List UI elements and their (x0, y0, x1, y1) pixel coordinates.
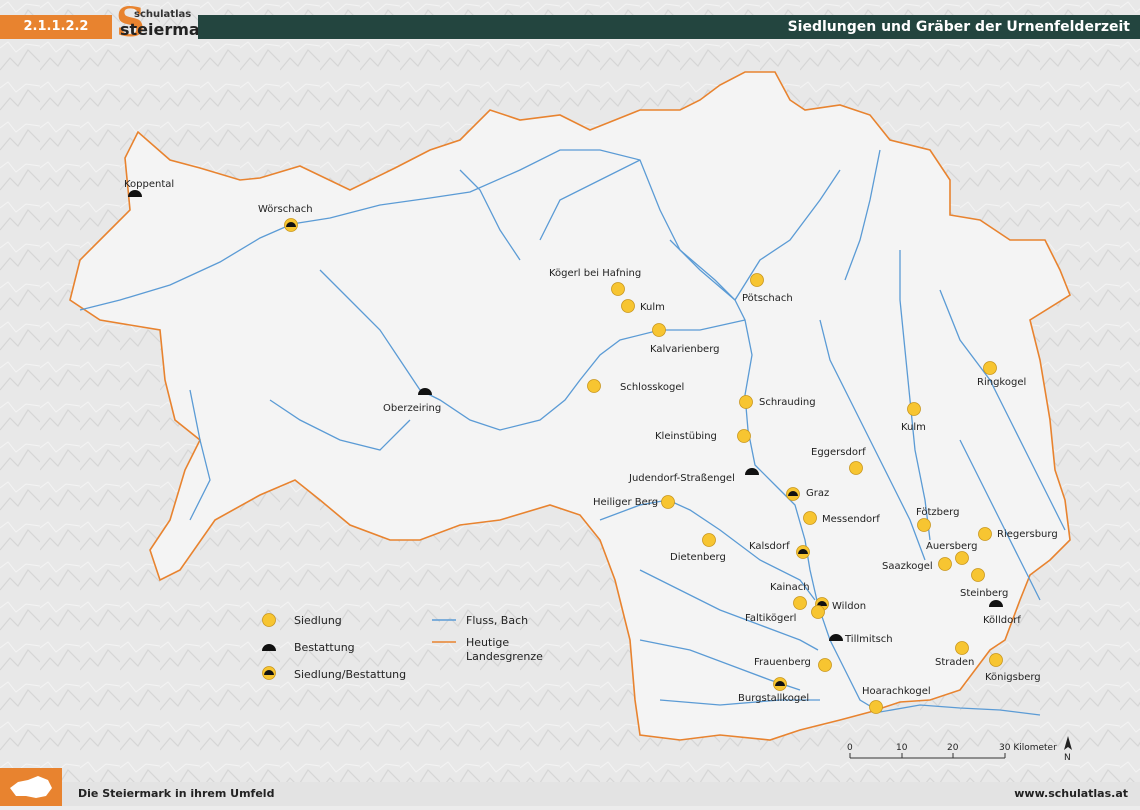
settlement-marker (750, 273, 764, 287)
site-kulm: Kulm (621, 299, 665, 313)
legend-label-bestattung: Bestattung (294, 641, 355, 654)
site-label: Hoarachkogel (862, 686, 931, 697)
legend-label-siedlung: Siedlung (294, 614, 342, 627)
legend-label-beides: Siedlung/Bestattung (294, 668, 406, 681)
page-title: Siedlungen und Gräber der Urnenfelderzei… (198, 15, 1140, 39)
site-label: Tillmitsch (844, 634, 893, 645)
settlement-marker (978, 527, 992, 541)
site-label: Schrauding (759, 397, 816, 408)
site-label: Dietenberg (670, 552, 726, 563)
site-label: Judendorf-Straßengel (628, 473, 735, 484)
site-label: Kalsdorf (749, 541, 790, 552)
site-label: Schlosskogel (620, 382, 684, 393)
legend-label-grenze-1: Heutige (466, 636, 509, 649)
legend-label-grenze-2: Landesgrenze (466, 650, 543, 663)
north-label: N (1064, 753, 1071, 763)
site-label: Kalvarienberg (650, 344, 720, 355)
site-label: Wildon (832, 601, 866, 612)
site-label: Koppental (124, 179, 174, 190)
site-label: Kleinstübing (655, 431, 717, 442)
settlement-marker (737, 429, 751, 443)
site-label: Heiliger Berg (593, 497, 658, 508)
site-schrauding: Schrauding (739, 395, 816, 409)
site-label: Straden (935, 657, 974, 668)
settlement-marker (793, 596, 807, 610)
settlement-marker (611, 282, 625, 296)
settlement-marker (652, 323, 666, 337)
footer-section-title: Die Steiermark in ihrem Umfeld (78, 787, 275, 800)
settlement-marker (869, 700, 883, 714)
settlement-marker (661, 495, 675, 509)
styria-map-icon (0, 768, 62, 806)
settlement-marker (811, 605, 825, 619)
site-label: Kölldorf (983, 615, 1021, 626)
settlement-marker (917, 518, 931, 532)
atlas-code: 2.1.1.2.2 (0, 15, 112, 39)
settlement-marker (955, 551, 969, 565)
site-label: Steinberg (960, 588, 1008, 599)
settlement-symbol (262, 613, 276, 627)
site-label: Graz (806, 488, 829, 499)
footer-url[interactable]: www.schulatlas.at (1014, 787, 1128, 800)
settlement-marker (938, 557, 952, 571)
scale-label-30: 30 Kilometer (999, 743, 1057, 753)
site-label: Fötzberg (916, 507, 959, 518)
settlement-marker (849, 461, 863, 475)
settlement-marker (739, 395, 753, 409)
settlement-marker (955, 641, 969, 655)
site-label: Ringkogel (977, 377, 1026, 388)
settlement-marker (587, 379, 601, 393)
settlement-marker (989, 653, 1003, 667)
site-label: Königsberg (985, 672, 1041, 683)
map-page: Koppental Wörschach Kögerl bei Hafning Kulm… (0, 0, 1140, 806)
settlement-marker (971, 568, 985, 582)
map-canvas: Koppental Wörschach Kögerl bei Hafning Kulm… (0, 0, 1140, 806)
logo-text-top: schulatlas (134, 9, 192, 20)
site-label: Kögerl bei Hafning (549, 268, 641, 279)
site-label: Faltikögerl (745, 613, 796, 624)
site-label: Riegersburg (997, 529, 1058, 540)
site-label: Auersberg (926, 541, 977, 552)
settlement-marker (907, 402, 921, 416)
scale-label-10: 10 (896, 743, 908, 753)
site-label: Frauenberg (754, 657, 811, 668)
styria-outline-icon (10, 776, 52, 798)
site-graz: Graz (786, 487, 829, 501)
site-label: Wörschach (258, 204, 313, 215)
site-label: Messendorf (822, 514, 880, 525)
scale-label-20: 20 (947, 743, 959, 753)
site-label: Kulm (901, 422, 926, 433)
settlement-marker (621, 299, 635, 313)
site-label: Saazkogel (882, 561, 933, 572)
site-label: Pötschach (742, 293, 793, 304)
settlement-marker (702, 533, 716, 547)
legend-label-fluss: Fluss, Bach (466, 614, 528, 627)
settlement-marker (983, 361, 997, 375)
scale-label-0: 0 (847, 743, 853, 753)
site-label: Oberzeiring (383, 403, 441, 414)
settlement-marker (818, 658, 832, 672)
site-label: Burgstallkogel (738, 693, 809, 704)
settlement-marker (803, 511, 817, 525)
site-label: Kainach (770, 582, 810, 593)
site-label: Kulm (640, 302, 665, 313)
schulatlas-logo: S schulatlas steiermark (116, 2, 218, 44)
site-label: Eggersdorf (811, 447, 866, 458)
